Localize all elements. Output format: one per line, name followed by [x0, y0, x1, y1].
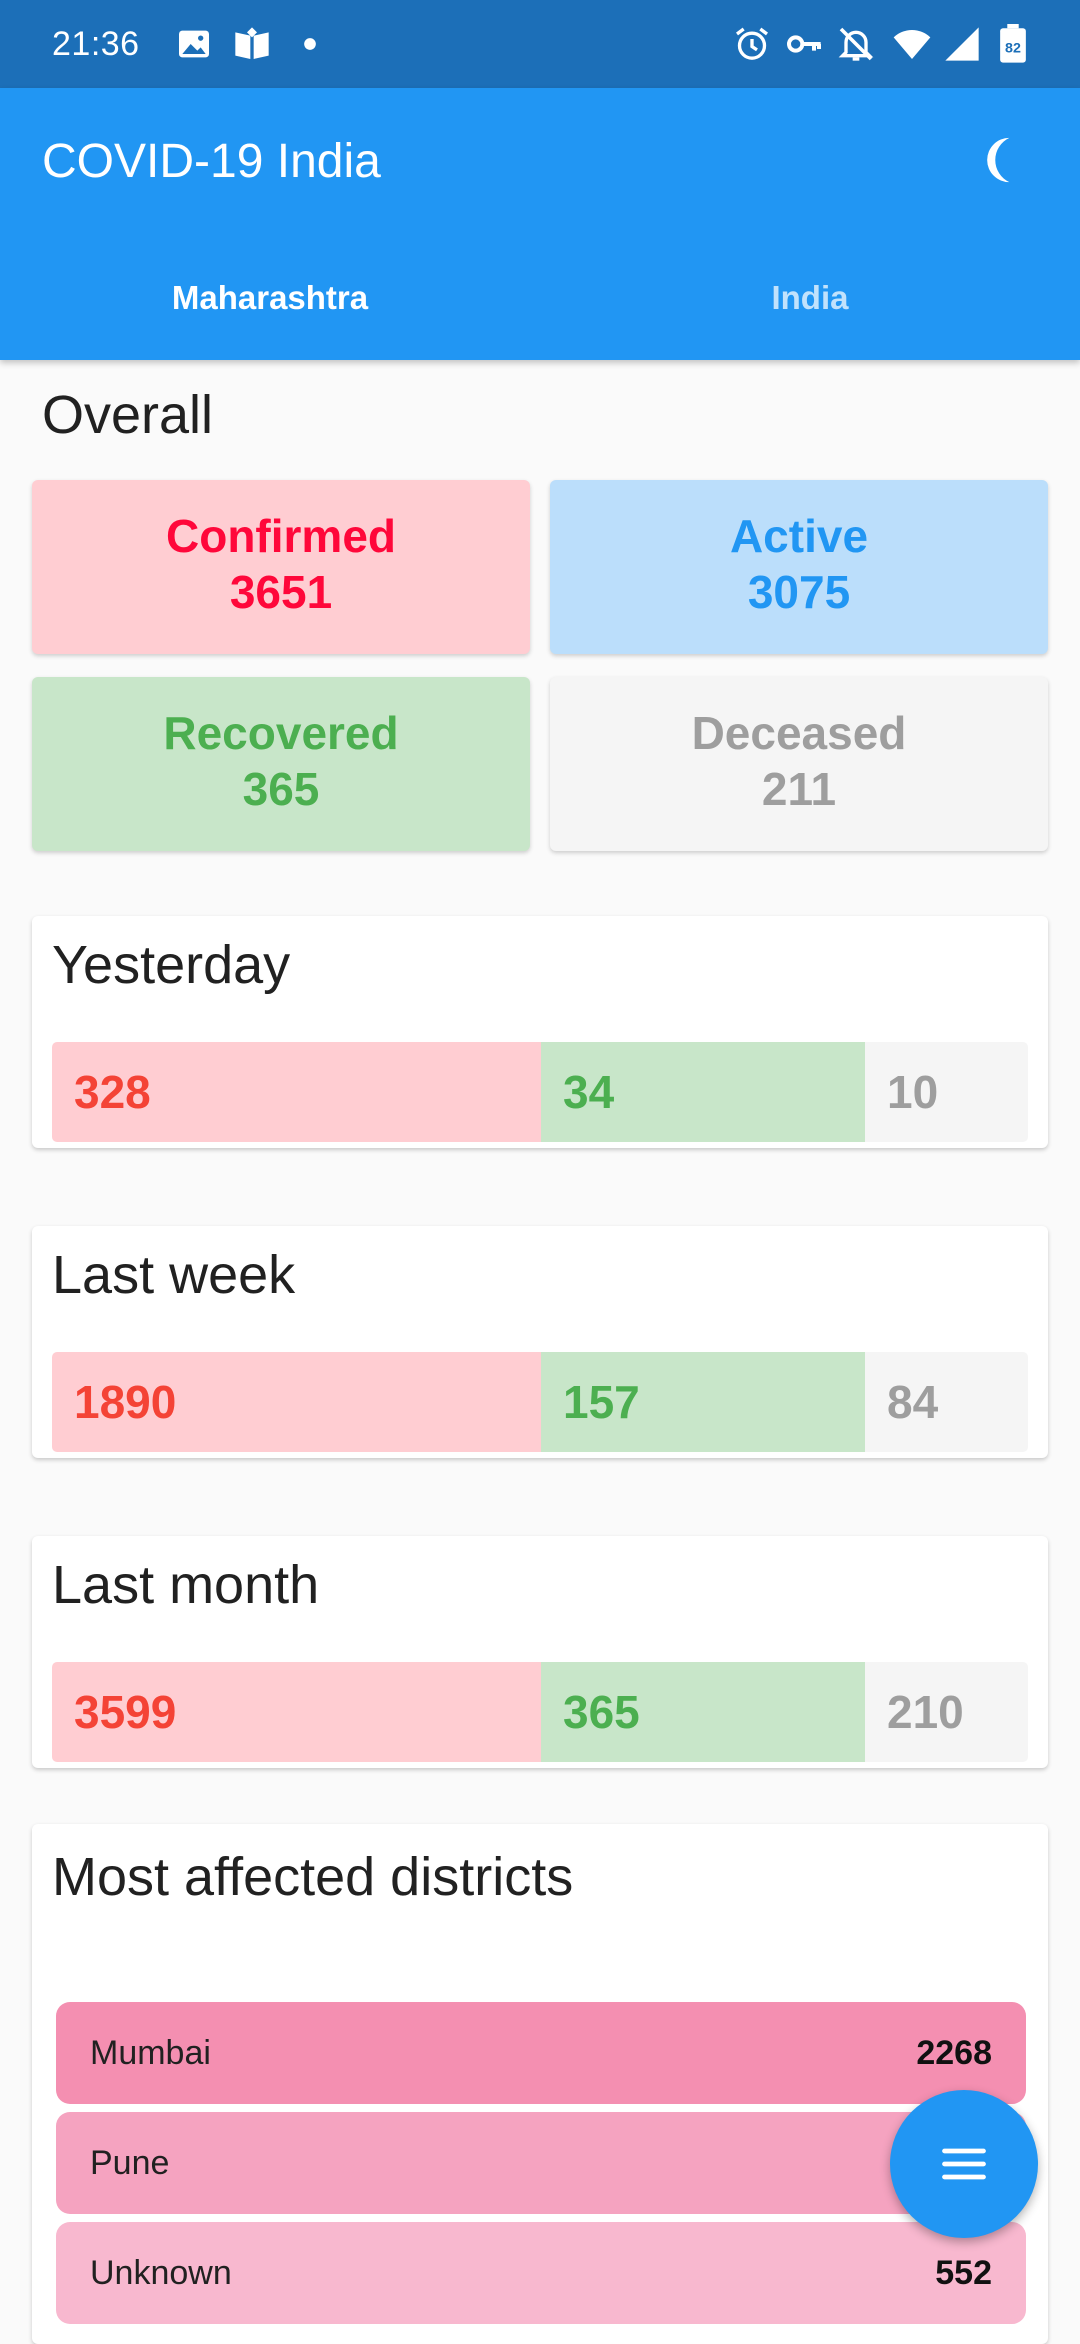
- last-month-confirmed: 3599: [52, 1662, 541, 1762]
- wifi-icon: [892, 24, 932, 64]
- yesterday-title: Yesterday: [52, 935, 291, 995]
- district-row[interactable]: Mumbai 2268: [56, 2002, 1026, 2104]
- tab-india[interactable]: India: [540, 268, 1080, 360]
- active-card: Active 3075: [550, 480, 1048, 654]
- confirmed-card: Confirmed 3651: [32, 480, 530, 654]
- app-bar: COVID-19 India Maharashtra India: [0, 88, 1080, 360]
- district-row[interactable]: Pune: [56, 2112, 1026, 2214]
- last-week-bar: 1890 157 84: [52, 1352, 1028, 1452]
- recovered-value: 365: [242, 763, 320, 815]
- overall-title: Overall: [42, 385, 214, 445]
- deceased-card: Deceased 211: [550, 677, 1048, 851]
- yesterday-bar: 328 34 10: [52, 1042, 1028, 1142]
- tab-maharashtra[interactable]: Maharashtra: [0, 268, 540, 360]
- tab-label: Maharashtra: [171, 279, 369, 316]
- district-count: 2268: [916, 2033, 992, 2072]
- last-month-title: Last month: [52, 1555, 320, 1615]
- confirmed-label: Confirmed: [166, 510, 396, 562]
- district-count: 552: [935, 2253, 992, 2292]
- menu-fab-button[interactable]: [890, 2090, 1038, 2238]
- signal-icon: [942, 24, 982, 64]
- yesterday-recovered: 34: [541, 1042, 865, 1142]
- book-icon: [232, 24, 272, 64]
- alarm-icon: [732, 24, 772, 64]
- last-week-card: Last week 1890 157 84: [32, 1226, 1048, 1458]
- districts-card: Most affected districts Mumbai 2268 Pune…: [32, 1824, 1048, 2344]
- status-time: 21:36: [52, 25, 140, 63]
- last-month-card: Last month 3599 365 210: [32, 1536, 1048, 1768]
- tab-label: India: [771, 279, 849, 316]
- district-name: Pune: [90, 2143, 170, 2182]
- last-week-recovered: 157: [541, 1352, 865, 1452]
- district-name: Unknown: [90, 2253, 232, 2292]
- confirmed-value: 3651: [229, 566, 333, 618]
- moon-icon: [987, 137, 1010, 183]
- deceased-value: 211: [761, 763, 837, 815]
- last-week-title: Last week: [52, 1245, 296, 1305]
- recovered-label: Recovered: [163, 707, 399, 759]
- active-label: Active: [729, 510, 869, 562]
- app-title: COVID-19 India: [42, 135, 381, 188]
- menu-icon: [942, 2148, 986, 2180]
- notifications-off-icon: [836, 24, 876, 64]
- last-week-confirmed: 1890: [52, 1352, 541, 1452]
- deceased-label: Deceased: [691, 707, 907, 759]
- battery-icon: 82: [996, 24, 1030, 64]
- recovered-card: Recovered 365: [32, 677, 530, 851]
- district-name: Mumbai: [90, 2033, 211, 2072]
- last-month-recovered: 365: [541, 1662, 865, 1762]
- status-bar: 21:36 82: [0, 0, 1080, 88]
- last-month-deceased: 210: [865, 1662, 1028, 1762]
- districts-title: Most affected districts: [52, 1847, 574, 1907]
- active-value: 3075: [747, 566, 851, 618]
- last-week-deceased: 84: [865, 1352, 1028, 1452]
- battery-level: 82: [1005, 41, 1021, 57]
- dot-icon: [290, 24, 330, 64]
- tab-indicator: [0, 354, 540, 360]
- yesterday-card: Yesterday 328 34 10: [32, 916, 1048, 1148]
- image-icon: [174, 24, 214, 64]
- vpn-key-icon: [784, 24, 824, 64]
- yesterday-deceased: 10: [865, 1042, 1028, 1142]
- yesterday-confirmed: 328: [52, 1042, 541, 1142]
- theme-toggle-button[interactable]: [986, 132, 1042, 188]
- last-month-bar: 3599 365 210: [52, 1662, 1028, 1762]
- district-row[interactable]: Unknown 552: [56, 2222, 1026, 2324]
